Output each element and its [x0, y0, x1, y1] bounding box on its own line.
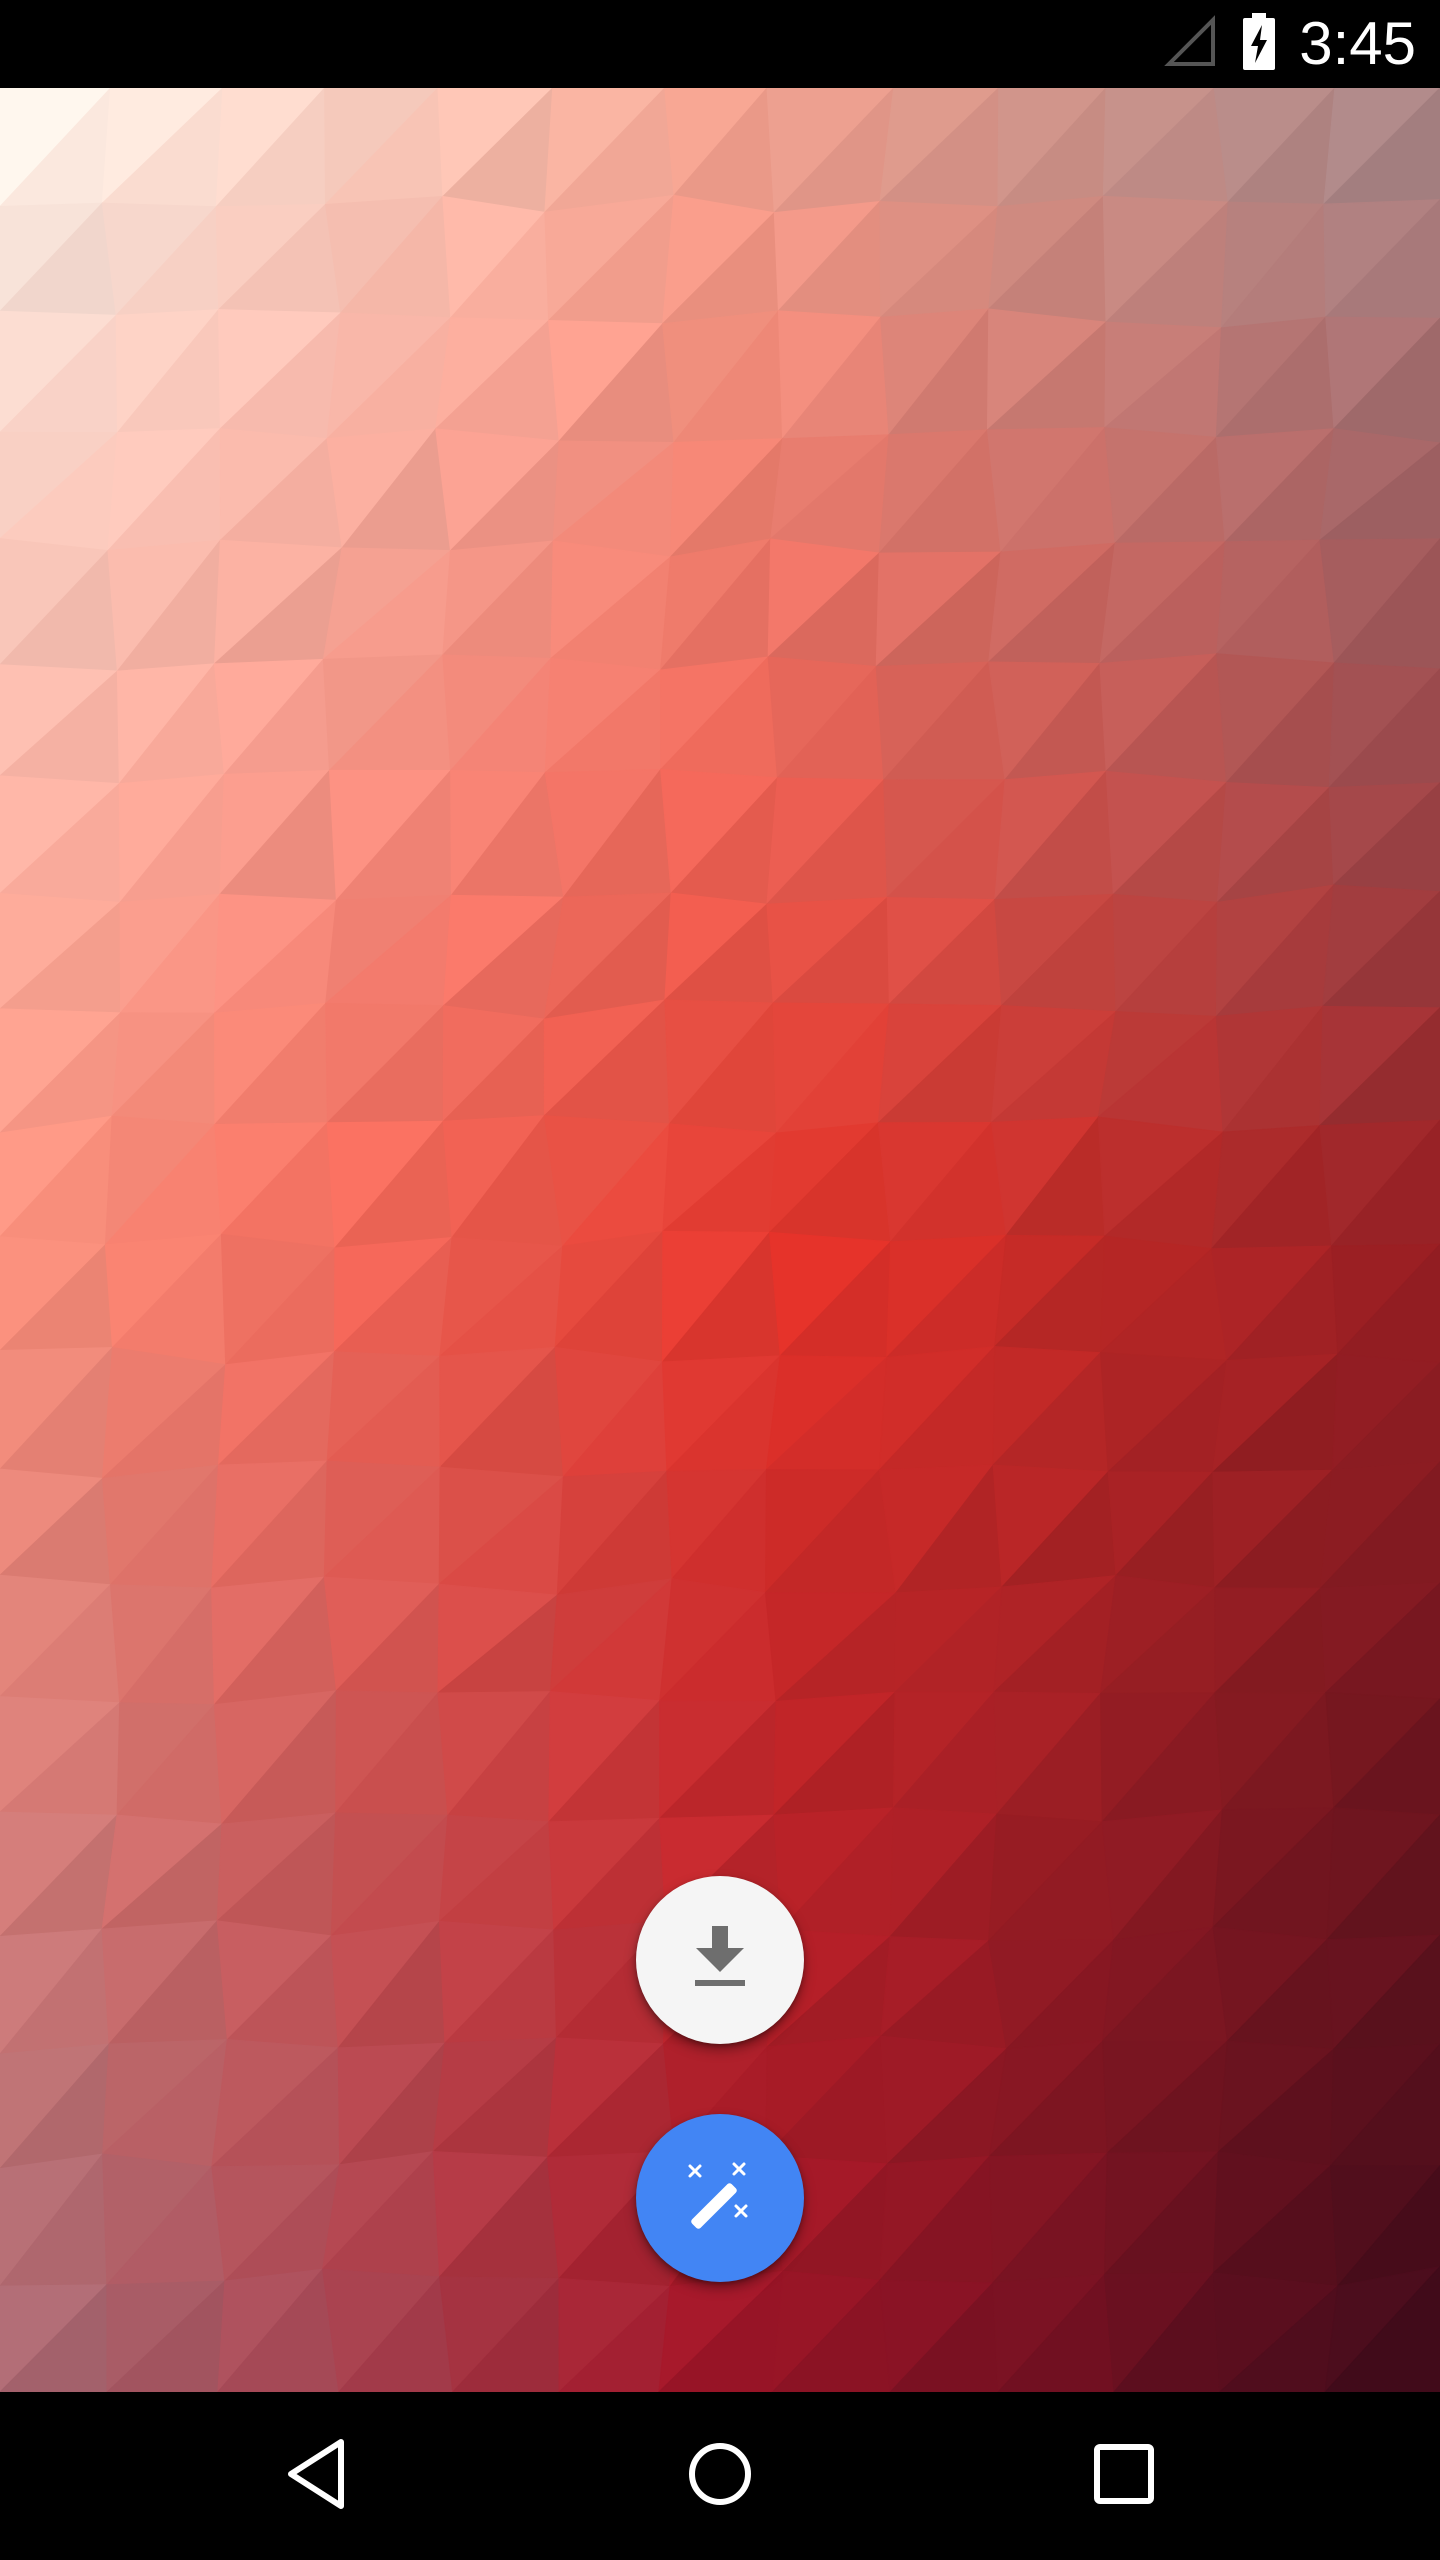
status-time: 3:45: [1299, 10, 1416, 77]
home-icon: [685, 2439, 755, 2513]
auto-generate-button[interactable]: [636, 2114, 804, 2282]
recents-button[interactable]: [1040, 2392, 1208, 2560]
magic-wand-icon: [680, 2156, 760, 2240]
back-button[interactable]: [232, 2392, 400, 2560]
status-icons: 3:45: [1163, 0, 1416, 88]
download-icon: [692, 1926, 748, 1994]
recents-icon: [1092, 2442, 1156, 2510]
signal-icon: [1163, 14, 1219, 74]
wallpaper-mosaic: [0, 88, 1440, 2392]
wallpaper-screen: 3:45: [0, 0, 1440, 2560]
status-bar: 3:45: [0, 0, 1440, 88]
navigation-bar: [0, 2392, 1440, 2560]
back-icon: [281, 2434, 351, 2518]
battery-charging-icon: [1241, 13, 1277, 75]
low-poly-wallpaper: [0, 88, 1440, 2392]
home-button[interactable]: [636, 2392, 804, 2560]
download-button[interactable]: [636, 1876, 804, 2044]
